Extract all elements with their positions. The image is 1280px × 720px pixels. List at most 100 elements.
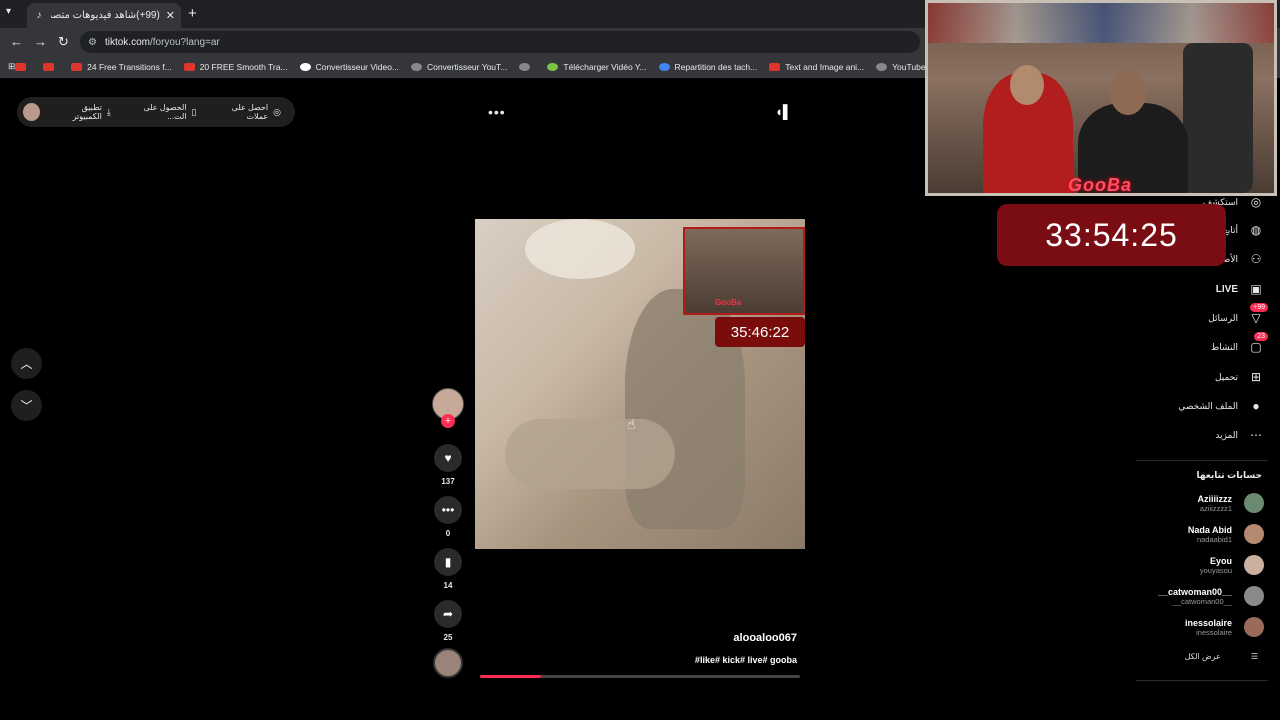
apps-grid-icon[interactable]: ⊞	[8, 61, 15, 72]
see-all-link[interactable]: ☰ عرض الكل	[1185, 652, 1258, 661]
follow-plus-icon[interactable]: +	[441, 414, 455, 428]
stream-timer: 33:54:25	[997, 204, 1226, 266]
music-disc-icon[interactable]	[433, 648, 463, 678]
share-count: 25	[443, 633, 453, 642]
get-coins-link[interactable]: ◎ احصل على عملات	[210, 103, 281, 121]
get-app-link[interactable]: ▯ الحصول على الت...	[125, 103, 196, 121]
bookmark-item[interactable]: 24 Free Transitions f...	[71, 62, 172, 72]
share-icon[interactable]: ➦	[434, 600, 462, 628]
tab-search-icon[interactable]: ▾	[6, 6, 11, 17]
friends-icon: ⚇	[1250, 252, 1262, 266]
account-handle: aziiizzzz1	[1199, 503, 1232, 513]
desktop-app-label: تطبيق الكمبيوتر	[72, 103, 102, 121]
video-player[interactable]: GooBa 35:46:22	[475, 219, 805, 549]
more-options-icon[interactable]: •••	[488, 104, 506, 120]
address-bar[interactable]: ⚙ tiktok.com /foryou?lang=ar	[80, 31, 920, 53]
bookmark-item[interactable]: Text and Image ani...	[769, 62, 864, 72]
reload-icon[interactable]: ↻	[58, 34, 69, 50]
video-progress-fill	[480, 675, 541, 678]
bookmark-label: Télécharger Vidéo Y...	[563, 61, 647, 72]
account-handle: __catwoman00__	[1172, 596, 1232, 606]
account-name: Aziiiizzz	[1197, 493, 1232, 504]
share-action[interactable]: ➦ 25	[434, 600, 462, 642]
save-action[interactable]: ▮ 14	[434, 548, 462, 590]
following-icon: ◍	[1250, 223, 1262, 237]
comment-icon[interactable]: •••	[434, 496, 462, 524]
avatar[interactable]	[1244, 586, 1264, 606]
avatar[interactable]	[1244, 617, 1264, 637]
tiktok-favicon-icon: ♪	[36, 10, 42, 21]
following-account[interactable]: inessolaire inessolaire	[1185, 617, 1264, 637]
new-tab-button[interactable]: +	[188, 5, 197, 22]
top-actions-pill: ⤓ تطبيق الكمبيوتر ▯ الحصول على الت... ◎ احص…	[17, 97, 295, 127]
sidebar-item-label: النشاط	[1210, 341, 1238, 352]
bookmark-item[interactable]: Convertisseur YouT...	[411, 62, 507, 72]
account-name: Nada Abid	[1187, 524, 1232, 535]
browser-tab-tiktok[interactable]: ♪ (99+)شاهد فيديوهات متصدرة | 𝘬 ✕	[27, 3, 181, 28]
account-handle: inessolaire	[1196, 627, 1232, 637]
account-handle: youyasou	[1199, 565, 1232, 575]
volume-icon[interactable]: ◖▌	[775, 104, 792, 119]
video-hashtags[interactable]: like# kick# live# gooba#	[600, 655, 797, 665]
bookmark-label: 20 FREE Smooth Tra...	[199, 61, 288, 72]
bookmark-item[interactable]	[519, 62, 535, 71]
bookmark-item[interactable]: Télécharger Vidéo Y...	[547, 61, 647, 72]
video-author[interactable]: alooaloo067	[640, 632, 797, 644]
sidebar-item-profile[interactable]: ● الملف الشخصي	[1178, 399, 1264, 413]
following-account[interactable]: Nada Abid nadaabid1	[1188, 524, 1264, 544]
bookmark-item[interactable]	[43, 62, 59, 71]
comment-count: 0	[445, 529, 451, 538]
webcam-person-right-head	[1110, 71, 1146, 115]
divider	[1136, 680, 1268, 681]
video-progress-bar[interactable]	[480, 675, 800, 678]
bookmark-item[interactable]: Repartition des tach...	[658, 62, 757, 72]
previous-video-button[interactable]: ︿	[11, 348, 42, 379]
youtube-icon	[71, 62, 83, 71]
streamer-webcam: GooBa	[925, 0, 1277, 196]
avatar[interactable]	[1244, 493, 1264, 513]
following-account[interactable]: __catwoman00__ __catwoman00__	[1158, 586, 1264, 606]
save-count: 14	[443, 581, 453, 590]
forward-icon[interactable]: →	[34, 34, 47, 49]
back-icon[interactable]: ←	[10, 34, 23, 49]
sidebar-item-live[interactable]: ▣ LIVE	[1216, 282, 1264, 296]
bookmark-item[interactable]: 20 FREE Smooth Tra...	[183, 61, 288, 72]
next-video-button[interactable]: ﹀	[11, 390, 42, 421]
divider	[1136, 460, 1268, 461]
sidebar-item-label: تحميل	[1214, 371, 1238, 382]
video-webcam-overlay: GooBa	[683, 227, 805, 315]
sidebar-item-more[interactable]: ⋯ المزيد	[1215, 428, 1264, 442]
youtube-icon	[769, 62, 781, 71]
bookmark-item[interactable]	[15, 62, 31, 71]
screen: ▾ ♪ (99+)شاهد فيديوهات متصدرة | 𝘬 ✕ + ← …	[0, 0, 1280, 720]
webcam-person-left-head	[1010, 65, 1044, 105]
list-icon: ☰	[1250, 652, 1258, 661]
sidebar-item-label: الملف الشخصي	[1178, 400, 1238, 411]
comment-action[interactable]: ••• 0	[434, 496, 462, 538]
following-account[interactable]: Eyou youyasou	[1200, 555, 1264, 575]
converter-icon	[411, 62, 423, 71]
desktop-app-link[interactable]: ⤓ تطبيق الكمبيوتر	[52, 103, 111, 121]
like-count: 137	[441, 477, 455, 486]
bookmark-label: Convertisseur YouT...	[427, 61, 508, 72]
sidebar-item-upload[interactable]: ⊞ تحميل	[1215, 370, 1264, 384]
youtube-icon	[15, 62, 27, 71]
bookmark-item[interactable]: Convertisseur Video...	[299, 62, 399, 72]
bookmark-icon[interactable]: ▮	[434, 548, 462, 576]
avatar[interactable]	[23, 103, 41, 121]
close-tab-icon[interactable]: ✕	[166, 9, 175, 22]
see-all-label: عرض الكل	[1184, 652, 1221, 661]
compass-icon: ◎	[1250, 195, 1262, 209]
upload-icon: ⊞	[1250, 370, 1262, 384]
like-action[interactable]: ♥ 137	[434, 444, 462, 486]
avatar[interactable]	[1244, 555, 1264, 575]
heart-icon[interactable]: ♥	[434, 444, 462, 472]
following-account[interactable]: Aziiiizzz aziiizzzz1	[1197, 493, 1264, 513]
sidebar-item-activity[interactable]: ▢ النشاط 23	[1210, 332, 1268, 354]
account-name: Eyou	[1209, 555, 1232, 566]
sidebar-item-following[interactable]: ◍ أتابع	[1223, 223, 1264, 237]
sidebar-item-messages[interactable]: ▽ الرسائل 99+	[1208, 303, 1268, 325]
avatar[interactable]	[1244, 524, 1264, 544]
mouse-cursor-icon: ☝	[627, 416, 636, 432]
site-info-icon[interactable]: ⚙	[88, 37, 97, 48]
